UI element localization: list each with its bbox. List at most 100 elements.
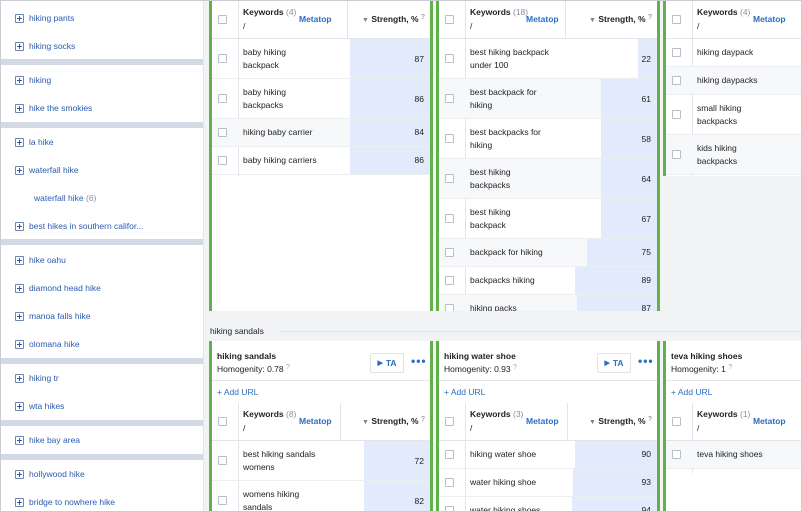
table-row[interactable]: hiking daypacks: [666, 67, 801, 95]
row-checkbox[interactable]: [445, 94, 454, 105]
sidebar-item-label[interactable]: hike oahu: [29, 255, 66, 265]
expand-icon[interactable]: [15, 339, 24, 349]
metatop-link[interactable]: Metatop: [526, 14, 559, 24]
strength-sort-header[interactable]: ▼ Strength, % ?: [362, 416, 425, 426]
table-row[interactable]: best backpack for hiking 61: [439, 79, 657, 119]
ta-button[interactable]: ▶ TA: [597, 353, 631, 373]
table-row[interactable]: best hiking backpack under 100 22: [439, 39, 657, 79]
sidebar-item-label[interactable]: hiking tr: [29, 373, 59, 383]
table-row[interactable]: baby hiking backpacks 86: [212, 79, 430, 119]
table-row[interactable]: kids hiking backpacks: [666, 135, 801, 175]
row-checkbox[interactable]: [672, 150, 681, 161]
sidebar-item-label[interactable]: diamond head hike: [29, 283, 101, 293]
sidebar-item-waterfall-hike[interactable]: waterfall hike: [1, 160, 203, 180]
row-checkbox[interactable]: [672, 450, 681, 461]
expand-icon[interactable]: [15, 497, 24, 507]
row-checkbox[interactable]: [445, 478, 454, 489]
sidebar-item-hiking-tr[interactable]: hiking tr: [1, 368, 203, 388]
sidebar-item-label[interactable]: best hikes in southern califor...: [29, 221, 143, 231]
table-row[interactable]: best backpacks for hiking 58: [439, 119, 657, 159]
row-checkbox[interactable]: [218, 496, 227, 507]
sidebar-item-diamond-head-hike[interactable]: diamond head hike: [1, 278, 203, 298]
sidebar-subitem-waterfall-hike[interactable]: waterfall hike (6): [1, 188, 203, 208]
row-checkbox[interactable]: [672, 110, 681, 121]
strength-sort-header[interactable]: ▼ Strength, % ?: [362, 14, 425, 24]
row-checkbox[interactable]: [445, 54, 454, 65]
sidebar-item-label[interactable]: hiking: [29, 75, 51, 85]
table-row[interactable]: hiking packs 87: [439, 295, 657, 311]
sidebar-item-label[interactable]: olomana hike: [29, 339, 80, 349]
row-checkbox[interactable]: [218, 156, 227, 167]
ta-button[interactable]: ▶ TA: [370, 353, 404, 373]
expand-icon[interactable]: [15, 137, 24, 147]
sidebar-item-olomana-hike[interactable]: olomana hike: [1, 334, 203, 354]
select-all-checkbox[interactable]: [445, 417, 454, 428]
expand-icon[interactable]: [15, 13, 24, 23]
metatop-link[interactable]: Metatop: [753, 416, 786, 426]
select-all-checkbox[interactable]: [672, 15, 681, 26]
sidebar-item-label[interactable]: hiking socks: [29, 41, 75, 51]
table-row[interactable]: water hiking shoes 94: [439, 497, 657, 511]
cluster-title[interactable]: teva hiking shoes: [671, 351, 742, 361]
cluster-title[interactable]: hiking sandals: [217, 351, 276, 361]
expand-icon[interactable]: [15, 283, 24, 293]
sidebar-item-hiking[interactable]: hiking: [1, 70, 203, 90]
select-all-checkbox[interactable]: [672, 417, 681, 428]
sidebar-item-bridge-to-nowhere-hike[interactable]: bridge to nowhere hike: [1, 492, 203, 511]
table-row[interactable]: womens hiking sandals 82: [212, 481, 430, 511]
sidebar-item-label[interactable]: hollywood hike: [29, 469, 85, 479]
table-row[interactable]: best hiking sandals womens 72: [212, 441, 430, 481]
table-row[interactable]: water hiking shoe 93: [439, 469, 657, 497]
table-row[interactable]: backpacks hiking 89: [439, 267, 657, 295]
table-row[interactable]: hiking daypack: [666, 39, 801, 67]
sidebar-item-label[interactable]: manoa falls hike: [29, 311, 90, 321]
sidebar-item-hike-oahu[interactable]: hike oahu: [1, 250, 203, 270]
row-checkbox[interactable]: [445, 248, 454, 259]
more-icon[interactable]: •••: [411, 354, 427, 368]
sidebar-item-label[interactable]: hike the smokies: [29, 103, 92, 113]
expand-icon[interactable]: [15, 373, 24, 383]
expand-icon[interactable]: [15, 255, 24, 265]
sidebar-item-best-hikes[interactable]: best hikes in southern califor...: [1, 216, 203, 236]
cluster-title[interactable]: hiking water shoe: [444, 351, 516, 361]
expand-icon[interactable]: [15, 103, 24, 113]
sidebar-item-label[interactable]: hiking pants: [29, 13, 74, 23]
expand-icon[interactable]: [15, 75, 24, 85]
sidebar-item-hiking-pants[interactable]: hiking pants: [1, 8, 203, 28]
row-checkbox[interactable]: [218, 128, 227, 139]
sidebar-item-label[interactable]: la hike: [29, 137, 54, 147]
row-checkbox[interactable]: [445, 450, 454, 461]
row-checkbox[interactable]: [218, 54, 227, 65]
strength-sort-header[interactable]: ▼ Strength, % ?: [589, 14, 652, 24]
select-all-checkbox[interactable]: [218, 15, 227, 26]
sidebar-item-label[interactable]: waterfall hike: [29, 165, 79, 175]
expand-icon[interactable]: [15, 221, 24, 231]
subitem-text[interactable]: waterfall hike: [34, 193, 84, 203]
expand-icon[interactable]: [15, 435, 24, 445]
table-row[interactable]: hiking water shoe 90: [439, 441, 657, 469]
sidebar-item-hiking-socks[interactable]: hiking socks: [1, 36, 203, 56]
sidebar-item-hollywood-hike[interactable]: hollywood hike: [1, 464, 203, 484]
expand-icon[interactable]: [15, 469, 24, 479]
row-checkbox[interactable]: [445, 214, 454, 225]
table-row[interactable]: small hiking backpacks: [666, 95, 801, 135]
sidebar-item-hike-the-smokies[interactable]: hike the smokies: [1, 98, 203, 118]
table-row[interactable]: best hiking backpacks 64: [439, 159, 657, 199]
sidebar-item-manoa-falls-hike[interactable]: manoa falls hike: [1, 306, 203, 326]
strength-sort-header[interactable]: ▼ Strength, % ?: [589, 416, 652, 426]
row-checkbox[interactable]: [445, 506, 454, 511]
metatop-link[interactable]: Metatop: [299, 416, 332, 426]
metatop-link[interactable]: Metatop: [753, 14, 786, 24]
row-checkbox[interactable]: [672, 48, 681, 59]
row-checkbox[interactable]: [445, 304, 454, 311]
table-row[interactable]: baby hiking carriers 86: [212, 147, 430, 175]
row-checkbox[interactable]: [445, 134, 454, 145]
sidebar-item-label[interactable]: wta hikes: [29, 401, 64, 411]
table-row[interactable]: baby hiking backpack 87: [212, 39, 430, 79]
sidebar-subitem-label[interactable]: waterfall hike (6): [34, 193, 96, 203]
table-row[interactable]: hiking baby carrier 84: [212, 119, 430, 147]
table-row[interactable]: teva hiking shoes: [666, 441, 801, 469]
sidebar-item-la-hike[interactable]: la hike: [1, 132, 203, 152]
row-checkbox[interactable]: [218, 94, 227, 105]
row-checkbox[interactable]: [672, 76, 681, 87]
